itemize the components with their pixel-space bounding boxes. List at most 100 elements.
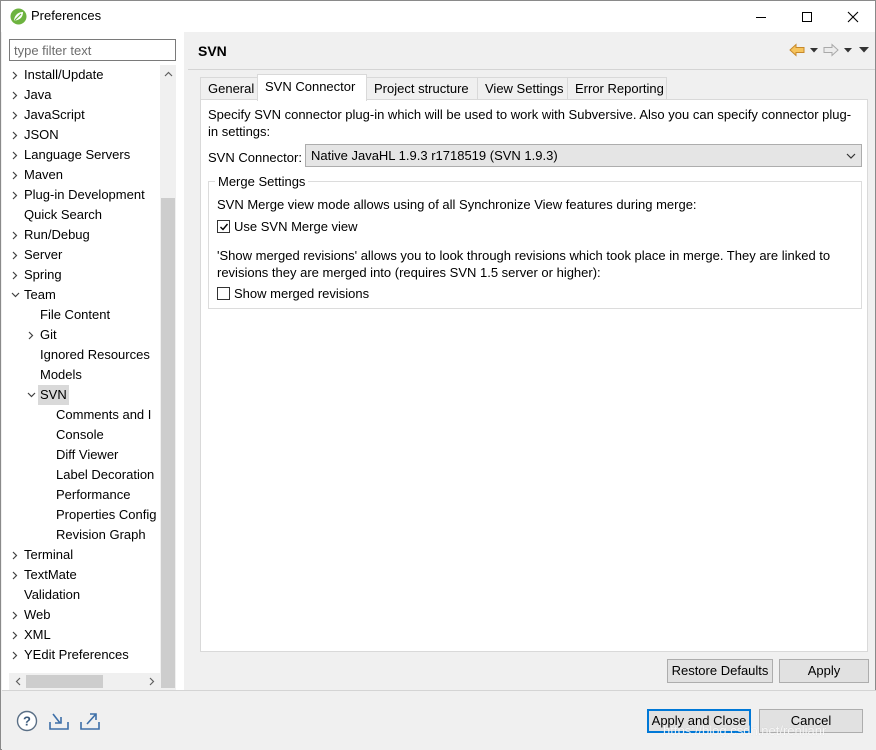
tree-item[interactable]: Plug-in Development: [9, 185, 160, 205]
tree-item-label: Plug-in Development: [24, 187, 145, 202]
tree-item[interactable]: Terminal: [9, 545, 160, 565]
import-preferences-button[interactable]: [48, 710, 70, 732]
collapsed-arrow-icon[interactable]: [9, 645, 21, 665]
preferences-tree: Install/Update Java JavaScript JSON Language…: [9, 65, 160, 675]
collapsed-arrow-icon[interactable]: [9, 85, 21, 105]
tree-item[interactable]: Revision Graph: [9, 525, 160, 545]
collapsed-arrow-icon[interactable]: [9, 225, 21, 245]
collapsed-arrow-icon[interactable]: [9, 185, 21, 205]
chevron-left-icon: [15, 677, 20, 686]
cancel-button[interactable]: Cancel: [759, 709, 863, 733]
tree-item[interactable]: Quick Search: [9, 205, 160, 225]
tree-vertical-scrollbar[interactable]: [160, 65, 176, 710]
collapsed-arrow-icon[interactable]: [9, 545, 21, 565]
scroll-right-button[interactable]: [143, 673, 160, 690]
collapsed-arrow-icon[interactable]: [9, 565, 21, 585]
export-preferences-button[interactable]: [79, 710, 101, 732]
tree-item-label: TextMate: [24, 567, 77, 582]
tree-item[interactable]: Git: [9, 325, 160, 345]
svn-connector-selected-value: Native JavaHL 1.9.3 r1718519 (SVN 1.9.3): [311, 148, 558, 163]
help-button[interactable]: ?: [16, 710, 38, 732]
tree-item[interactable]: File Content: [9, 305, 160, 325]
tree-item-label: Models: [40, 367, 82, 382]
tree-item-label: Spring: [24, 267, 62, 282]
svn-connector-select[interactable]: Native JavaHL 1.9.3 r1718519 (SVN 1.9.3): [305, 144, 862, 167]
tree-item[interactable]: Label Decoration: [9, 465, 160, 485]
tab-project-structure[interactable]: Project structure: [366, 77, 478, 100]
tab-svn-connector[interactable]: SVN Connector: [257, 74, 367, 101]
close-button[interactable]: [831, 1, 875, 32]
tree-item[interactable]: Run/Debug: [9, 225, 160, 245]
collapsed-arrow-icon[interactable]: [9, 625, 21, 645]
tree-item[interactable]: YEdit Preferences: [9, 645, 160, 665]
tree-item[interactable]: Diff Viewer: [9, 445, 160, 465]
back-menu-button[interactable]: [809, 42, 819, 58]
tree-item-label: Revision Graph: [56, 527, 146, 542]
restore-defaults-button[interactable]: Restore Defaults: [667, 659, 773, 683]
tree-item[interactable]: Spring: [9, 265, 160, 285]
tree-item[interactable]: Team: [9, 285, 160, 305]
tab-error-reporting[interactable]: Error Reporting: [567, 77, 667, 100]
tree-item[interactable]: Properties Config: [9, 505, 160, 525]
collapsed-arrow-icon[interactable]: [9, 105, 21, 125]
tab-general[interactable]: General: [200, 77, 258, 100]
tree-item[interactable]: Server: [9, 245, 160, 265]
preferences-navigation-pane: Install/Update Java JavaScript JSON Language…: [2, 32, 184, 710]
back-arrow-icon: [789, 43, 805, 57]
expanded-arrow-icon[interactable]: [9, 285, 21, 305]
collapsed-arrow-icon[interactable]: [9, 125, 21, 145]
collapsed-arrow-icon[interactable]: [9, 245, 21, 265]
scroll-left-button[interactable]: [9, 673, 26, 690]
tree-item[interactable]: XML: [9, 625, 160, 645]
view-menu-button[interactable]: [857, 42, 871, 58]
tree-item[interactable]: Language Servers: [9, 145, 160, 165]
collapsed-arrow-icon[interactable]: [9, 65, 21, 85]
minimize-icon: [756, 16, 766, 18]
scroll-thumb-horizontal[interactable]: [26, 675, 103, 688]
maximize-button[interactable]: [785, 1, 829, 32]
tree-item[interactable]: Ignored Resources: [9, 345, 160, 365]
tree-item[interactable]: Web: [9, 605, 160, 625]
tab-view-settings[interactable]: View Settings: [477, 77, 568, 100]
scroll-up-button[interactable]: [160, 65, 176, 82]
scroll-thumb[interactable]: [161, 198, 175, 688]
collapsed-arrow-icon[interactable]: [25, 325, 37, 345]
collapsed-arrow-icon[interactable]: [9, 605, 21, 625]
filter-input[interactable]: [9, 39, 176, 61]
tree-item[interactable]: Models: [9, 365, 160, 385]
back-button[interactable]: [789, 42, 805, 58]
minimize-button[interactable]: [739, 1, 783, 32]
forward-menu-icon: [844, 47, 852, 52]
tree-item[interactable]: Console: [9, 425, 160, 445]
apply-and-close-button[interactable]: Apply and Close: [647, 709, 751, 733]
collapsed-arrow-icon[interactable]: [9, 145, 21, 165]
tree-item-label: Install/Update: [24, 67, 104, 82]
tree-item[interactable]: Performance: [9, 485, 160, 505]
use-svn-merge-view-checkbox[interactable]: [217, 220, 230, 233]
show-merged-revisions-label: Show merged revisions: [234, 286, 370, 301]
tree-item[interactable]: Java: [9, 85, 160, 105]
forward-menu-button[interactable]: [843, 42, 853, 58]
tree-item[interactable]: JavaScript: [9, 105, 160, 125]
tree-item[interactable]: Install/Update: [9, 65, 160, 85]
use-svn-merge-view-option[interactable]: Use SVN Merge view: [217, 218, 358, 235]
show-merged-revisions-checkbox[interactable]: [217, 287, 230, 300]
maximize-icon: [802, 11, 812, 22]
tree-item[interactable]: Comments and I: [9, 405, 160, 425]
tree-item[interactable]: JSON: [9, 125, 160, 145]
chevron-up-icon: [164, 71, 172, 76]
tree-item[interactable]: Maven: [9, 165, 160, 185]
expanded-arrow-icon[interactable]: [25, 385, 37, 405]
show-merged-revisions-option[interactable]: Show merged revisions: [217, 285, 369, 302]
forward-button[interactable]: [823, 42, 839, 58]
chevron-right-icon: [149, 677, 154, 686]
apply-button[interactable]: Apply: [779, 659, 869, 683]
tree-item[interactable]: Validation: [9, 585, 160, 605]
tree-horizontal-scrollbar[interactable]: [9, 673, 160, 690]
tree-item-label: Maven: [24, 167, 64, 182]
collapsed-arrow-icon[interactable]: [9, 265, 21, 285]
collapsed-arrow-icon[interactable]: [9, 165, 21, 185]
tree-item[interactable]: TextMate: [9, 565, 160, 585]
tree-item[interactable]: SVN: [9, 385, 160, 405]
svn-connector-label: SVN Connector:: [208, 150, 302, 165]
